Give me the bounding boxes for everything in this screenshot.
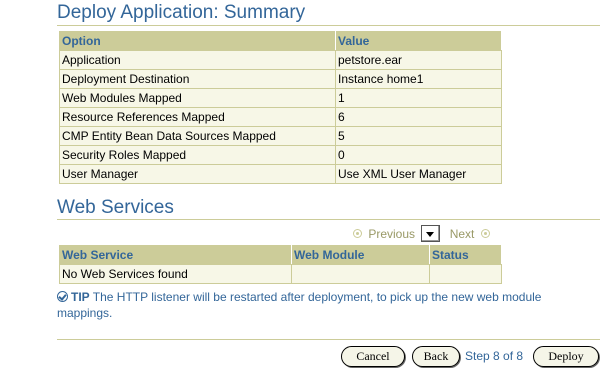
page-title: Deploy Application: Summary	[57, 2, 306, 23]
page-select-dropdown[interactable]	[421, 225, 441, 242]
next-link[interactable]: Next	[450, 227, 475, 241]
footer-divider	[57, 339, 600, 340]
tip-label: TIP	[71, 290, 90, 304]
title-divider	[57, 25, 600, 26]
option-cell: Security Roles Mapped	[59, 145, 336, 165]
value-cell: 1	[335, 88, 502, 108]
option-cell: Application	[59, 50, 336, 70]
summary-table: Option Value Application petstore.ear De…	[59, 31, 502, 184]
checkmark-icon	[57, 291, 68, 302]
empty-message: No Web Services found	[59, 264, 292, 284]
option-cell: CMP Entity Bean Data Sources Mapped	[59, 126, 336, 146]
title-divider	[57, 219, 600, 220]
value-cell: petstore.ear	[335, 50, 502, 70]
value-cell: 0	[335, 145, 502, 165]
web-services-table: Web Service Web Module Status No Web Ser…	[59, 245, 502, 284]
previous-circle-icon	[353, 229, 362, 238]
option-cell: Deployment Destination	[59, 69, 336, 89]
table-row: Security Roles Mapped 0	[59, 145, 502, 165]
column-header-status: Status	[429, 245, 502, 265]
cancel-button[interactable]: Cancel	[341, 346, 405, 367]
value-cell: Instance home1	[335, 69, 502, 89]
option-cell: Resource References Mapped	[59, 107, 336, 127]
table-cell	[429, 264, 502, 284]
table-row: Application petstore.ear	[59, 50, 502, 70]
table-row: User Manager Use XML User Manager	[59, 164, 502, 184]
option-cell: Web Modules Mapped	[59, 88, 336, 108]
table-row: Deployment Destination Instance home1	[59, 69, 502, 89]
option-cell: User Manager	[59, 164, 336, 184]
value-cell: 6	[335, 107, 502, 127]
tip-message: TIP The HTTP listener will be restarted …	[57, 289, 597, 321]
table-row: Web Modules Mapped 1	[59, 88, 502, 108]
deploy-button[interactable]: Deploy	[533, 346, 599, 367]
table-row: CMP Entity Bean Data Sources Mapped 5	[59, 126, 502, 146]
previous-link[interactable]: Previous	[368, 227, 415, 241]
back-button[interactable]: Back	[412, 346, 460, 367]
tip-text: The HTTP listener will be restarted afte…	[57, 290, 542, 320]
pagination-nav: Previous Next	[350, 225, 500, 243]
table-header-row: Web Service Web Module Status	[59, 245, 502, 265]
table-header-row: Option Value	[59, 31, 502, 51]
step-indicator: Step 8 of 8	[465, 349, 524, 363]
column-header-value: Value	[335, 31, 502, 51]
value-cell: 5	[335, 126, 502, 146]
next-circle-icon	[480, 229, 490, 238]
column-header-option: Option	[59, 31, 336, 51]
web-services-title: Web Services	[57, 197, 174, 218]
table-row: No Web Services found	[59, 264, 502, 284]
table-cell	[291, 264, 430, 284]
column-header-web-service: Web Service	[59, 245, 292, 265]
value-cell: Use XML User Manager	[335, 164, 502, 184]
column-header-web-module: Web Module	[291, 245, 430, 265]
table-row: Resource References Mapped 6	[59, 107, 502, 127]
